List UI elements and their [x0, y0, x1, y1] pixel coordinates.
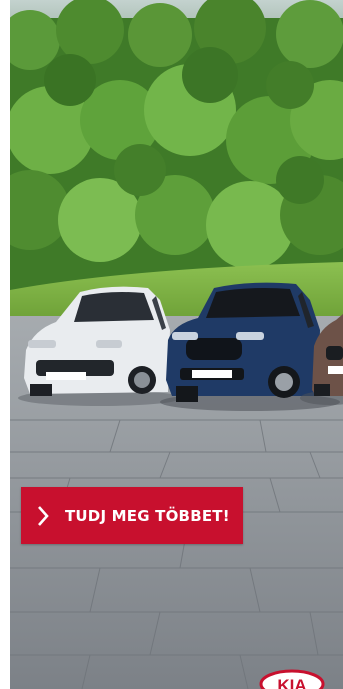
brand-text: KIA: [277, 676, 306, 689]
hero-scene: [10, 0, 343, 689]
chevron-right-icon: [21, 487, 65, 544]
ad-banner[interactable]: TUDJ MEG TÖBBET! KIA: [10, 0, 343, 689]
learn-more-label: TUDJ MEG TÖBBET!: [65, 506, 230, 525]
forest-background: [10, 0, 343, 298]
learn-more-button[interactable]: TUDJ MEG TÖBBET!: [21, 487, 243, 544]
kia-logo: KIA: [259, 669, 325, 689]
